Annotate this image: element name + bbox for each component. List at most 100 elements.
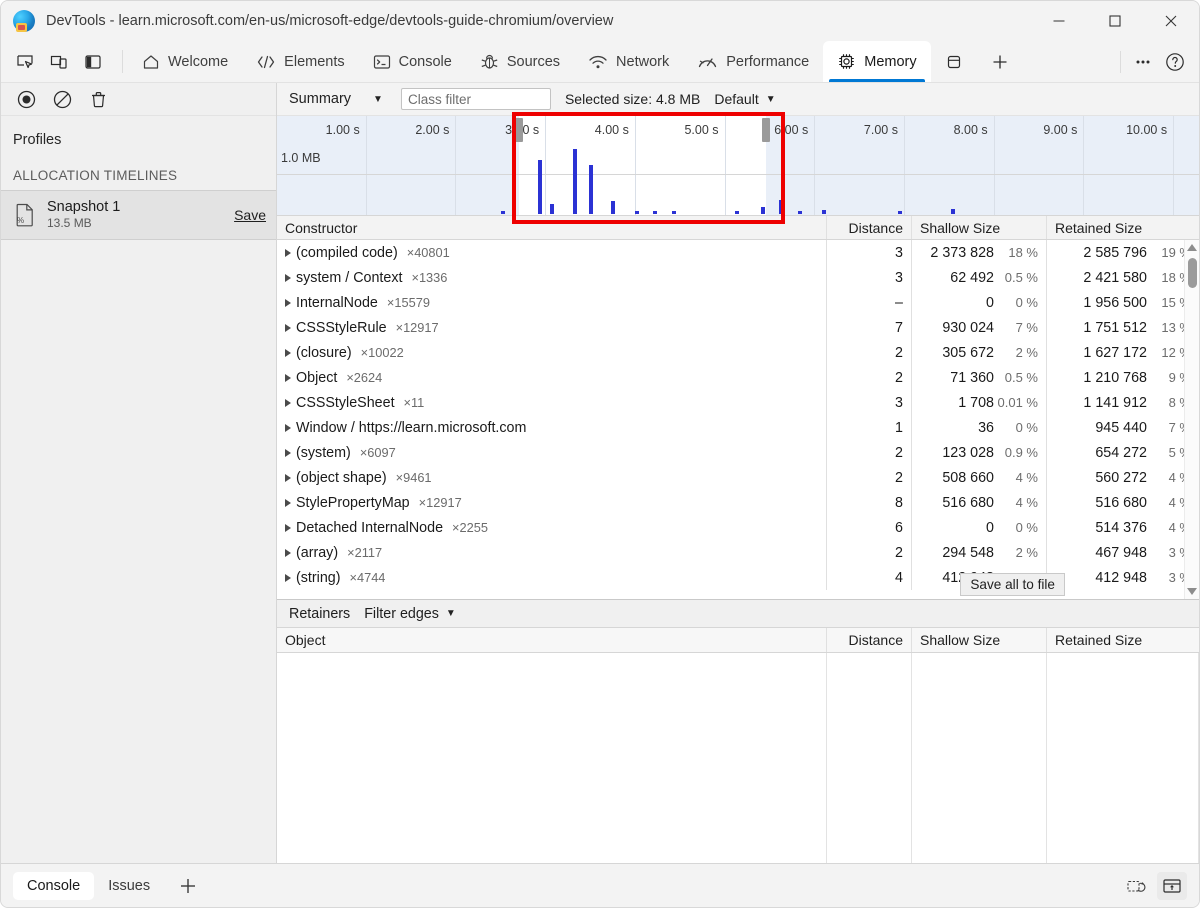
base-snapshot-select[interactable]: Default ▼ [714, 91, 775, 107]
table-row[interactable]: system / Context×1336362 4920.5 %2 421 5… [277, 265, 1199, 290]
tab-elements[interactable]: Elements [242, 41, 358, 82]
retained-size-value: 2 421 580 [1083, 270, 1147, 286]
record-circle-icon[interactable] [13, 87, 39, 111]
column-header-retained-size[interactable]: Retained Size [1047, 216, 1199, 239]
bug-icon [480, 53, 499, 71]
drawer-tab-console[interactable]: Console [13, 872, 94, 900]
column-header-distance[interactable]: Distance [827, 216, 912, 239]
expand-triangle-icon[interactable] [285, 249, 291, 257]
constructor-cell: StylePropertyMap×12917 [277, 490, 827, 515]
expand-triangle-icon[interactable] [285, 299, 291, 307]
tab-performance[interactable]: Performance [683, 41, 823, 82]
distance-cell: 7 [827, 315, 912, 340]
tab-network[interactable]: Network [574, 41, 683, 82]
tab-console[interactable]: Console [359, 41, 466, 82]
overview-tick-label: 9.00 s [1043, 123, 1077, 137]
snapshot-list-item[interactable]: % Snapshot 1 13.5 MB Save [1, 191, 276, 240]
expand-triangle-icon[interactable] [285, 424, 291, 432]
tab-welcome[interactable]: Welcome [128, 41, 242, 82]
overview-bar [735, 211, 739, 214]
drawer-tab-issues[interactable]: Issues [94, 872, 164, 900]
minimize-button[interactable] [1031, 1, 1087, 41]
expand-triangle-icon[interactable] [285, 474, 291, 482]
expand-triangle-icon[interactable] [285, 574, 291, 582]
column-header-constructor[interactable]: Constructor [277, 216, 827, 239]
class-filter-input[interactable] [401, 88, 551, 110]
drawer-add-tab-button[interactable] [174, 872, 202, 900]
column-header-retained-size[interactable]: Retained Size [1047, 628, 1199, 652]
expand-triangle-icon[interactable] [285, 499, 291, 507]
expand-triangle-icon[interactable] [285, 274, 291, 282]
overview-selection-handle-right[interactable] [762, 118, 770, 142]
scrollbar-thumb[interactable] [1188, 258, 1197, 288]
constructor-name: CSSStyleSheet [296, 395, 395, 411]
table-row[interactable]: Window / https://learn.microsoft.com1360… [277, 415, 1199, 440]
table-row[interactable]: InternalNode×15579–00 %1 956 50015 % [277, 290, 1199, 315]
table-row[interactable]: CSSStyleRule×129177930 0247 %1 751 51213… [277, 315, 1199, 340]
inspect-element-icon[interactable] [9, 47, 41, 77]
distance-cell: – [827, 290, 912, 315]
no-entry-icon[interactable] [49, 87, 75, 111]
table-scrollbar[interactable] [1184, 240, 1199, 599]
table-row[interactable]: (object shape)×94612508 6604 %560 2724 % [277, 465, 1199, 490]
tab-memory[interactable]: Memory [823, 41, 930, 82]
scroll-up-arrow-icon[interactable] [1187, 244, 1197, 251]
snapshot-save-link[interactable]: Save [234, 207, 266, 223]
overview-selection-handle-left[interactable] [515, 118, 523, 142]
expand-triangle-icon[interactable] [285, 524, 291, 532]
table-row[interactable]: (closure)×100222305 6722 %1 627 17212 % [277, 340, 1199, 365]
retained-size-cell: 1 210 7689 % [1047, 365, 1199, 390]
dock-side-icon[interactable] [77, 47, 109, 77]
table-row[interactable]: (system)×60972123 0280.9 %654 2725 % [277, 440, 1199, 465]
filter-edges-select[interactable]: Filter edges ▼ [364, 606, 456, 622]
shallow-size-value: 36 [978, 420, 994, 436]
shallow-size-percent: 0 % [994, 295, 1038, 310]
constructor-table-header: Constructor Distance Shallow Size Retain… [277, 216, 1199, 240]
constructor-count: ×2117 [347, 545, 382, 560]
view-select[interactable]: Summary ▼ [283, 89, 389, 109]
scroll-down-arrow-icon[interactable] [1187, 588, 1197, 595]
column-header-object[interactable]: Object [277, 628, 827, 652]
constructor-name: (compiled code) [296, 245, 398, 261]
table-row[interactable]: CSSStyleSheet×1131 7080.01 %1 141 9128 % [277, 390, 1199, 415]
expand-triangle-icon[interactable] [285, 324, 291, 332]
column-header-distance[interactable]: Distance [827, 628, 912, 652]
retained-size-value: 412 948 [1095, 570, 1147, 586]
table-row[interactable]: Object×2624271 3600.5 %1 210 7689 % [277, 365, 1199, 390]
panel-body: Profiles ALLOCATION TIMELINES % Snapshot… [1, 83, 1199, 863]
column-header-shallow-size[interactable]: Shallow Size [912, 216, 1047, 239]
add-panel-button[interactable] [977, 41, 1023, 82]
shallow-size-percent: 0.5 % [994, 370, 1038, 385]
question-circle-icon[interactable] [1159, 47, 1191, 77]
shallow-size-percent: 0 % [994, 420, 1038, 435]
expand-triangle-icon[interactable] [285, 449, 291, 457]
table-row[interactable]: (array)×21172294 5482 %467 9483 % [277, 540, 1199, 565]
tab-application[interactable] [931, 41, 977, 82]
overview-bar [898, 211, 902, 214]
table-row[interactable]: StylePropertyMap×129178516 6804 %516 680… [277, 490, 1199, 515]
shallow-size-value: 930 024 [942, 320, 994, 336]
save-all-to-file-button[interactable]: Save all to file [960, 573, 1065, 596]
tab-sources[interactable]: Sources [466, 41, 574, 82]
allocation-timeline-overview[interactable]: 1.0 MB 1.00 s2.00 s3.00 s4.00 s5.00 s6.0… [277, 116, 1199, 216]
retainers-toolbar: Retainers Filter edges ▼ [277, 600, 1199, 628]
table-row[interactable]: (compiled code)×4080132 373 82818 %2 585… [277, 240, 1199, 265]
expand-triangle-icon[interactable] [285, 399, 291, 407]
ellipsis-icon[interactable] [1127, 47, 1159, 77]
retained-size-value: 560 272 [1095, 470, 1147, 486]
shallow-size-value: 62 492 [950, 270, 994, 286]
close-button[interactable] [1143, 1, 1199, 41]
trash-icon[interactable] [85, 87, 111, 111]
constructor-name: Detached InternalNode [296, 520, 443, 536]
maximize-button[interactable] [1087, 1, 1143, 41]
restore-drawer-icon[interactable] [1121, 872, 1151, 900]
table-row[interactable]: Detached InternalNode×2255600 %514 3764 … [277, 515, 1199, 540]
dock-drawer-icon[interactable] [1157, 872, 1187, 900]
expand-triangle-icon[interactable] [285, 374, 291, 382]
expand-triangle-icon[interactable] [285, 549, 291, 557]
constructor-cell: (array)×2117 [277, 540, 827, 565]
expand-triangle-icon[interactable] [285, 349, 291, 357]
device-toolbar-icon[interactable] [43, 47, 75, 77]
tab-label: Elements [284, 54, 344, 70]
column-header-shallow-size[interactable]: Shallow Size [912, 628, 1047, 652]
